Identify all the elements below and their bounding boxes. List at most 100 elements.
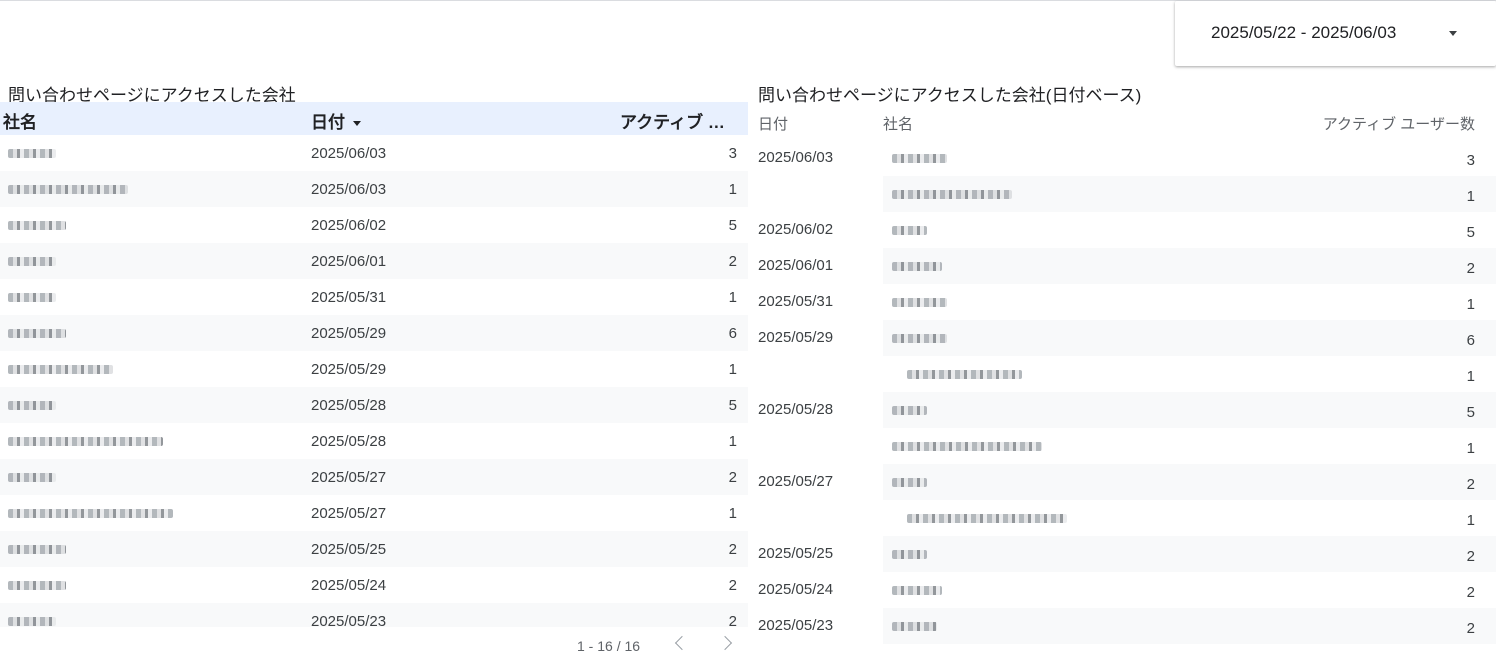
table-row[interactable]: 2025/05/27 1 [0, 495, 748, 531]
table-row[interactable]: 2025/06/03 1 [0, 171, 748, 207]
row-bg [883, 248, 1496, 284]
redacted-company-name [8, 437, 163, 446]
table-row[interactable]: 2 [752, 572, 1496, 608]
redacted-company-name [892, 406, 927, 415]
cell-active-users: 3 [1466, 152, 1475, 169]
column-header-date[interactable]: 日付 [311, 108, 361, 133]
cell-active-users: 1 [1466, 188, 1475, 205]
table-row[interactable]: 2025/06/01 2 [0, 243, 748, 279]
date-range-value: 2025/05/22 - 2025/06/03 [1211, 23, 1397, 42]
cell-date: 2025/05/28 [311, 433, 387, 450]
row-bg [883, 140, 1496, 176]
table-row[interactable]: 1 [752, 356, 1496, 392]
redacted-company-name [8, 581, 66, 590]
cell-date: 2025/05/23 [311, 613, 387, 627]
cell-active-users: 1 [728, 505, 737, 522]
table-row[interactable]: 2025/05/25 2 [0, 531, 748, 567]
redacted-company-name [892, 622, 937, 631]
cell-date: 2025/05/27 [311, 505, 387, 522]
right-column-header-date[interactable]: 日付 [758, 113, 788, 134]
redacted-company-name [892, 478, 927, 487]
cell-date: 2025/06/02 [311, 217, 387, 234]
cell-active-users: 1 [1466, 440, 1475, 457]
table-row[interactable]: 2025/05/29 1 [0, 351, 748, 387]
dropdown-caret-icon [1449, 31, 1457, 36]
redacted-company-name [892, 442, 1042, 451]
cell-active-users: 2 [1466, 260, 1475, 277]
table-row[interactable]: 1 [752, 284, 1496, 320]
redacted-company-name [8, 509, 173, 518]
table-row[interactable]: 2 [752, 464, 1496, 500]
cell-active-users: 1 [1466, 296, 1475, 313]
left-table-body: 2025/06/03 3 2025/06/03 1 2025/06/02 5 2025/06… [0, 135, 748, 627]
table-row[interactable]: 2025/05/29 6 [0, 315, 748, 351]
chevron-left-icon [674, 635, 690, 651]
cell-date: 2025/06/03 [311, 181, 387, 198]
right-table-title: 問い合わせページにアクセスした会社(日付ベース) [758, 86, 1142, 105]
redacted-company-name [892, 586, 942, 595]
redacted-company-name [8, 329, 66, 338]
column-header-date-label: 日付 [311, 113, 345, 132]
table-row[interactable]: 2025/05/31 1 [0, 279, 748, 315]
table-row[interactable]: 2025/05/24 2 [0, 567, 748, 603]
cell-date: 2025/05/29 [311, 361, 387, 378]
redacted-company-name [8, 257, 56, 266]
cell-active-users: 1 [1466, 512, 1475, 529]
redacted-company-name [8, 365, 113, 374]
right-column-header-company[interactable]: 社名 [883, 113, 913, 134]
table-row[interactable]: 1 [752, 428, 1496, 464]
sort-desc-icon [353, 121, 361, 127]
redacted-company-name [8, 617, 56, 626]
cell-active-users: 3 [728, 145, 737, 162]
cell-active-users: 2 [728, 577, 737, 594]
cell-date: 2025/05/29 [758, 329, 834, 346]
table-row[interactable]: 1 [752, 176, 1496, 212]
table-row[interactable]: 5 [752, 212, 1496, 248]
table-row[interactable]: 3 [752, 140, 1496, 176]
row-bg [883, 212, 1496, 248]
row-bg [883, 572, 1496, 608]
cell-active-users: 2 [728, 613, 737, 627]
cell-active-users: 1 [728, 433, 737, 450]
left-table-header: 社名 日付 アクティブ … [0, 102, 748, 135]
prev-page-button[interactable] [669, 634, 691, 656]
cell-active-users: 2 [1466, 620, 1475, 637]
table-row[interactable]: 6 [752, 320, 1496, 356]
cell-active-users: 2 [728, 541, 737, 558]
cell-date: 2025/05/24 [311, 577, 387, 594]
table-row[interactable]: 2 [752, 608, 1496, 644]
table-row[interactable]: 2025/05/28 5 [0, 387, 748, 423]
next-page-button[interactable] [717, 634, 739, 656]
table-row[interactable]: 2025/06/02 5 [0, 207, 748, 243]
cell-active-users: 6 [728, 325, 737, 342]
cell-date: 2025/05/28 [758, 401, 834, 418]
row-bg [883, 536, 1496, 572]
right-column-header-active-users[interactable]: アクティブ ユーザー数 [1323, 113, 1475, 134]
cell-active-users: 1 [1466, 368, 1475, 385]
table-row[interactable]: 2025/06/03 3 [0, 135, 748, 171]
cell-active-users: 2 [1466, 548, 1475, 565]
column-header-company[interactable]: 社名 [3, 108, 37, 133]
date-range-picker[interactable]: 2025/05/22 - 2025/06/03 [1175, 1, 1496, 66]
redacted-company-name [892, 154, 947, 163]
table-row[interactable]: 2 [752, 536, 1496, 572]
redacted-company-name [892, 550, 927, 559]
redacted-company-name [892, 262, 942, 271]
cell-date: 2025/06/03 [311, 145, 387, 162]
table-row[interactable]: 2025/05/28 1 [0, 423, 748, 459]
row-bg [883, 608, 1496, 644]
cell-date: 2025/05/25 [758, 545, 834, 562]
cell-date: 2025/05/29 [311, 325, 387, 342]
row-bg [883, 392, 1496, 428]
cell-active-users: 2 [728, 253, 737, 270]
column-header-active-users[interactable]: アクティブ … [620, 108, 725, 133]
table-row[interactable]: 2025/05/23 2 [0, 603, 748, 627]
cell-date: 2025/06/01 [311, 253, 387, 270]
table-row[interactable]: 1 [752, 500, 1496, 536]
redacted-company-name [8, 545, 66, 554]
table-row[interactable]: 5 [752, 392, 1496, 428]
right-table: 日付 社名 アクティブ ユーザー数 3 1 5 2 1 6 1 5 1 2 1 2 2 2 2025/06/… [752, 104, 1496, 656]
row-bg [883, 464, 1496, 500]
table-row[interactable]: 2025/05/27 2 [0, 459, 748, 495]
table-row[interactable]: 2 [752, 248, 1496, 284]
